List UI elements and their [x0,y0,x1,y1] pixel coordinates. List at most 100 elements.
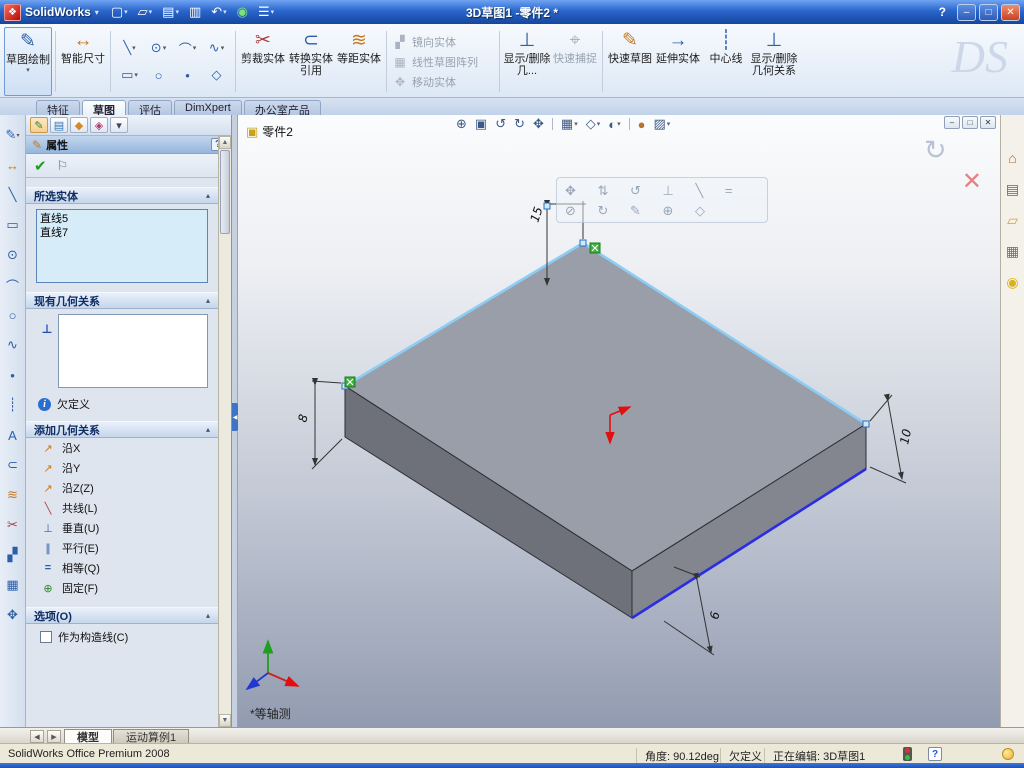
point-button[interactable]: • [3,365,23,385]
displaymanager-tab[interactable]: ◈ [90,117,108,133]
tab-sketch[interactable]: 草图 [82,100,126,117]
scrollbar-thumb[interactable] [220,150,230,234]
spline-button[interactable]: ∿ [3,335,23,355]
tab-evaluate[interactable]: 评估 [128,100,172,117]
tab-dimxpert[interactable]: DimXpert [174,100,242,115]
reference-triad[interactable] [245,639,300,691]
feature-tree-part-label[interactable]: ▣ 零件2 [246,123,293,140]
tab-office-products[interactable]: 办公室产品 [243,100,321,117]
move-entities-tool-button[interactable]: ✥ [3,605,23,625]
scroll-down-button[interactable]: ▼ [219,714,231,727]
relation-equal-button[interactable]: = 相等(Q) [26,558,218,578]
spline-tool-button[interactable]: ∿ ▾ [203,36,230,61]
dimension-right-value[interactable]: 10 [897,427,914,445]
smart-dimension-tool-button[interactable]: ↔ [3,155,23,175]
dimension-left[interactable] [311,378,343,470]
offset-entities-button[interactable]: ≋ 等距实体 [335,27,383,96]
design-library-icon[interactable]: ▤ [1004,180,1022,198]
extend-entities-button[interactable]: → 延伸实体 [654,27,702,96]
construction-line-checkbox[interactable] [40,631,52,643]
standard-views-button[interactable]: ▦ ▾ [561,116,578,132]
model-top-face[interactable] [344,242,867,572]
move-entities-button[interactable]: ✥ 移动实体 [390,73,496,91]
point-tool-button[interactable]: • [174,63,201,88]
hide-show-items-button[interactable]: ◐ ▾ [608,117,620,132]
line-button[interactable]: ╲ [3,185,23,205]
zoom-fit-button[interactable]: ⊕ [456,116,467,132]
tab-scroll-left-button[interactable]: ◀ [30,730,44,743]
display-delete-relations-button[interactable]: ⊥ 显示/删除几何关系 [750,27,798,96]
collapse-icon[interactable]: ▴ [206,191,210,200]
propertymanager-tab[interactable]: ✎ [30,117,48,133]
save-button[interactable]: ▤ ▾ [160,2,181,22]
centerline-tool-button[interactable]: ┊ [3,395,23,415]
line-tool-button[interactable]: ╲ ▾ [116,36,143,61]
cancel-sketch-icon[interactable]: ✕ [962,167,982,196]
rectangle-tool-button[interactable]: ▭ ▾ [116,63,143,88]
open-button[interactable]: ▱ ▾ [136,2,155,22]
ellipse-button[interactable]: ○ [3,305,23,325]
rectangle-button[interactable]: ▭ [3,215,23,235]
ok-button[interactable]: ✔ [34,157,47,175]
dimxpertmanager-tab[interactable]: ◆ [70,117,88,133]
resources-home-icon[interactable]: ⌂ [1004,149,1022,167]
mirror-entities-tool-button[interactable]: ▞ [3,545,23,565]
add-relations-header[interactable]: 添加几何关系 ▴ [26,421,218,438]
quick-snaps-button[interactable]: ⌖ 快速捕捉 [551,27,599,96]
circle-button[interactable]: ⊙ [3,245,23,265]
circle-tool-button[interactable]: ⊙ ▾ [145,36,172,61]
linear-pattern-tool-button[interactable]: ▦ [3,575,23,595]
offset-entities-tool-button[interactable]: ≋ [3,485,23,505]
centerline-button[interactable]: ┊ 中心线 [702,27,750,96]
existing-relations-list[interactable] [58,314,208,388]
rebuild-button[interactable]: ◉ [235,2,250,22]
existing-relations-header[interactable]: 现有几何关系 ▴ [26,292,218,309]
doc-minimize-button[interactable]: – [944,116,960,129]
pan-button[interactable]: ✥ [533,116,544,132]
solidworks-logo-icon[interactable]: ❖ [4,3,21,21]
trim-entities-button[interactable]: ✂ 剪裁实体 [239,27,287,96]
text-tool-button[interactable]: A [3,425,23,445]
apply-scene-button[interactable]: ▨ ▾ [653,116,670,132]
undo-button[interactable]: ↶ ▾ [209,2,228,22]
zoom-area-button[interactable]: ▣ [475,116,487,132]
doc-close-button[interactable]: ✕ [980,116,996,129]
status-help-icon[interactable]: ? [928,747,942,761]
arc-tool-button[interactable]: ⌒ ▾ [174,36,201,61]
edit-appearance-button[interactable]: ● [638,117,646,132]
trim-entities-tool-button[interactable]: ✂ [3,515,23,535]
sketch-button[interactable]: ✎ 草图绘制 ▾ [4,27,52,96]
selected-entity-item[interactable]: 直线7 [40,226,204,240]
mirror-entities-button[interactable]: ▞ 镜向实体 [390,33,496,51]
dimension-left-value[interactable]: 8 [295,412,311,423]
selected-entity-item[interactable]: 直线5 [40,212,204,226]
new-document-button[interactable]: ▢ ▾ [109,2,130,22]
arc-button[interactable]: ⌒ [3,275,23,295]
collapse-icon[interactable]: ▴ [206,611,210,620]
file-explorer-icon[interactable]: ▱ [1004,211,1022,229]
collapse-icon[interactable]: ▴ [206,425,210,434]
pin-button[interactable]: ⚐ [57,158,69,174]
app-menu-button[interactable]: SolidWorks [25,5,91,19]
dimension-top-value[interactable]: 15 [528,205,546,224]
smart-dimension-button[interactable]: ↔ 智能尺寸 [59,27,107,96]
menu-chevron-icon[interactable]: ▾ [95,8,99,17]
collapse-icon[interactable]: ▴ [206,296,210,305]
tab-model[interactable]: 模型 [64,729,112,744]
tab-motion-study-1[interactable]: 运动算例1 [113,729,190,744]
panel-tabs-chevron[interactable]: ▾ [110,117,128,133]
previous-view-button[interactable]: ↺ [495,116,506,132]
relation-perpendicular-button[interactable]: ⊥ 垂直(U) [26,518,218,538]
restore-button[interactable]: □ [979,3,998,21]
sketch-tool-button[interactable]: ✎ ▾ [3,125,23,145]
graphics-viewport[interactable]: 15 8 10 6 ⊕ ▣ ↺ ↻ ✥ ▦ ▾ ◇ ▾ ◐ ▾ ● ▨ ▾ – … [238,115,1000,727]
relation-along-y-button[interactable]: ↗ 沿Y [26,458,218,478]
relation-along-x-button[interactable]: ↗ 沿X [26,438,218,458]
doc-restore-button[interactable]: □ [962,116,978,129]
quick-tips-icon[interactable] [1002,748,1014,760]
relation-along-z-button[interactable]: ↗ 沿Z(Z) [26,478,218,498]
sketch-dropdown-icon[interactable]: ▾ [26,67,30,75]
selected-entities-list[interactable]: 直线5 直线7 [36,209,208,283]
scroll-up-button[interactable]: ▲ [219,136,231,149]
help-button[interactable]: ? [939,5,946,19]
